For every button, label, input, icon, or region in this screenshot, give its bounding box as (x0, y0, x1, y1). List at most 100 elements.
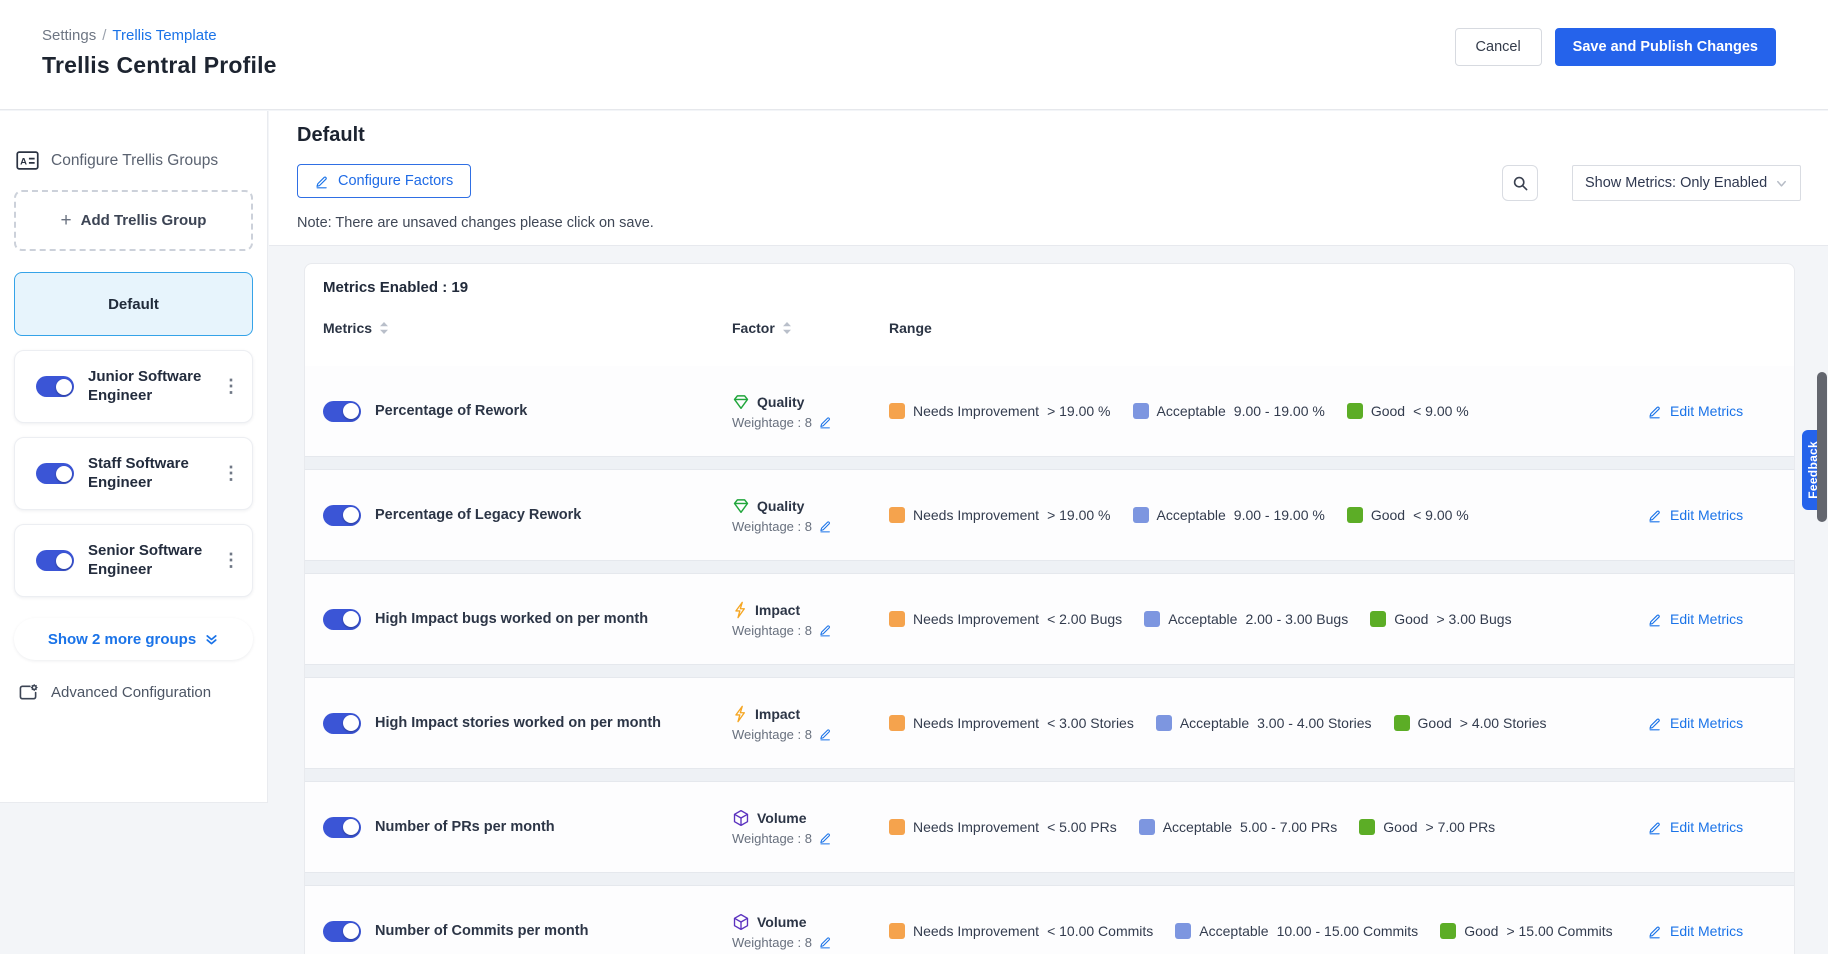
save-and-publish-button[interactable]: Save and Publish Changes (1555, 28, 1776, 66)
volume-cube-icon (732, 809, 750, 827)
needs-improvement-chip: Needs Improvement < 3.00 Stories (889, 715, 1134, 731)
edit-weightage-icon[interactable] (819, 519, 832, 533)
acceptable-swatch (1144, 611, 1160, 627)
metric-enabled-toggle[interactable] (323, 817, 361, 838)
table-column-header-row: Metrics Factor Range (305, 304, 1794, 352)
show-metrics-filter-select[interactable]: Show Metrics: Only Enabled (1572, 165, 1801, 201)
metric-enabled-toggle[interactable] (323, 921, 361, 942)
metric-name: Percentage of Rework (375, 403, 527, 419)
edit-metrics-link[interactable]: Edit Metrics (1648, 819, 1794, 835)
sidebar-group-card[interactable]: Senior Software Engineer ⋮ (14, 524, 253, 597)
factor-cell: Volume Weightage : 8 (732, 913, 889, 950)
needs-improvement-value: > 19.00 % (1047, 403, 1110, 419)
breadcrumb-settings[interactable]: Settings (42, 27, 96, 44)
add-trellis-group-label: Add Trellis Group (81, 212, 207, 229)
acceptable-swatch (1139, 819, 1155, 835)
vertical-scrollbar-thumb[interactable] (1817, 372, 1827, 522)
good-chip: Good > 7.00 PRs (1359, 819, 1495, 835)
sort-icon[interactable] (782, 321, 792, 335)
kebab-menu-icon[interactable]: ⋮ (222, 376, 240, 397)
edit-weightage-icon[interactable] (819, 415, 832, 429)
main-header: Default Configure Factors Note: There ar… (269, 111, 1828, 246)
sidebar-group-card[interactable]: Junior Software Engineer ⋮ (14, 350, 253, 423)
metric-row: High Impact stories worked on per month (305, 678, 1794, 768)
group-enabled-toggle[interactable] (36, 376, 74, 397)
edit-weightage-icon[interactable] (819, 623, 832, 637)
factor-cell: Quality Weightage : 8 (732, 393, 889, 430)
metric-name: High Impact bugs worked on per month (375, 611, 648, 627)
good-swatch (1440, 923, 1456, 939)
good-value: > 3.00 Bugs (1436, 611, 1511, 627)
acceptable-swatch (1133, 403, 1149, 419)
edit-metrics-link[interactable]: Edit Metrics (1648, 715, 1794, 731)
metric-row: High Impact bugs worked on per month (305, 574, 1794, 664)
advanced-configuration-link[interactable]: Advanced Configuration (14, 683, 253, 702)
acceptable-label: Acceptable (1163, 819, 1232, 835)
edit-metrics-link[interactable]: Edit Metrics (1648, 611, 1794, 627)
acceptable-chip: Acceptable 3.00 - 4.00 Stories (1156, 715, 1372, 731)
sidebar-item-default[interactable]: Default (14, 272, 253, 336)
metric-cell: High Impact bugs worked on per month (323, 609, 732, 630)
acceptable-label: Acceptable (1157, 507, 1226, 523)
needs-improvement-chip: Needs Improvement > 19.00 % (889, 507, 1111, 523)
advanced-configuration-icon (18, 683, 39, 702)
metric-enabled-toggle[interactable] (323, 713, 361, 734)
factor-cell: Impact Weightage : 8 (732, 705, 889, 742)
group-enabled-toggle[interactable] (36, 463, 74, 484)
edit-weightage-icon[interactable] (819, 727, 832, 741)
needs-improvement-label: Needs Improvement (913, 923, 1039, 939)
needs-improvement-chip: Needs Improvement < 2.00 Bugs (889, 611, 1122, 627)
factor-cell: Volume Weightage : 8 (732, 809, 889, 846)
good-swatch (1347, 403, 1363, 419)
edit-weightage-icon[interactable] (819, 831, 832, 845)
edit-metrics-icon (1648, 924, 1662, 939)
metric-cell: High Impact stories worked on per month (323, 713, 732, 734)
add-trellis-group-button[interactable]: + Add Trellis Group (14, 190, 253, 251)
kebab-menu-icon[interactable]: ⋮ (222, 463, 240, 484)
topbar-actions: Cancel Save and Publish Changes (1455, 28, 1776, 66)
column-header-metrics[interactable]: Metrics (323, 320, 732, 336)
needs-improvement-swatch (889, 715, 905, 731)
filter-select-value: Show Metrics: Only Enabled (1585, 175, 1767, 191)
kebab-menu-icon[interactable]: ⋮ (222, 550, 240, 571)
edit-metrics-link[interactable]: Edit Metrics (1648, 923, 1794, 939)
column-header-factor[interactable]: Factor (732, 320, 889, 336)
sort-icon[interactable] (379, 321, 389, 335)
edit-weightage-icon[interactable] (819, 935, 832, 949)
weightage-value: Weightage : 8 (732, 519, 812, 534)
good-value: > 4.00 Stories (1460, 715, 1547, 731)
unsaved-changes-note: Note: There are unsaved changes please c… (297, 215, 654, 231)
edit-metrics-icon (1648, 612, 1662, 627)
row-separator (305, 872, 1794, 886)
needs-improvement-swatch (889, 611, 905, 627)
sidebar-group-card[interactable]: Staff Software Engineer ⋮ (14, 437, 253, 510)
edit-metrics-icon (1648, 508, 1662, 523)
factor-name: Quality (757, 498, 804, 514)
edit-metrics-icon (1648, 716, 1662, 731)
good-chip: Good > 15.00 Commits (1440, 923, 1612, 939)
group-enabled-toggle[interactable] (36, 550, 74, 571)
acceptable-swatch (1175, 923, 1191, 939)
range-cell: Needs Improvement < 10.00 Commits Accept… (889, 923, 1648, 939)
search-icon (1512, 175, 1529, 192)
good-swatch (1347, 507, 1363, 523)
default-group-label: Default (108, 296, 159, 313)
metric-enabled-toggle[interactable] (323, 609, 361, 630)
cancel-button[interactable]: Cancel (1455, 28, 1542, 66)
metric-enabled-toggle[interactable] (323, 401, 361, 422)
edit-metrics-link[interactable]: Edit Metrics (1648, 507, 1794, 523)
main-content: Default Configure Factors Note: There ar… (269, 111, 1828, 954)
needs-improvement-chip: Needs Improvement < 5.00 PRs (889, 819, 1117, 835)
search-button[interactable] (1502, 165, 1538, 201)
volume-cube-icon (732, 913, 750, 931)
row-separator (305, 664, 1794, 678)
configure-factors-button[interactable]: Configure Factors (297, 164, 471, 198)
good-value: > 7.00 PRs (1426, 819, 1496, 835)
metric-enabled-toggle[interactable] (323, 505, 361, 526)
needs-improvement-value: < 3.00 Stories (1047, 715, 1134, 731)
show-more-groups-button[interactable]: Show 2 more groups (14, 618, 253, 660)
metric-cell: Number of PRs per month (323, 817, 732, 838)
breadcrumb-current[interactable]: Trellis Template (112, 27, 216, 44)
edit-metrics-link[interactable]: Edit Metrics (1648, 403, 1794, 419)
good-label: Good (1383, 819, 1417, 835)
